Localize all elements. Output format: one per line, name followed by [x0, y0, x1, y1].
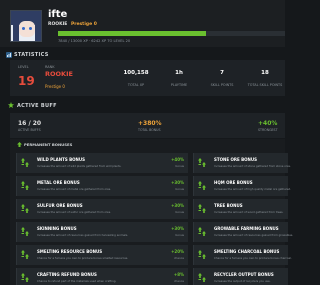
rank-label: RANK	[45, 65, 55, 69]
skill-points-label: SKILL POINTS	[210, 83, 234, 87]
bonus-card[interactable]: TREE BONUS Increases the amount of wood g…	[193, 199, 288, 219]
bonus-card[interactable]: METAL ORE BONUS Increases the amount of m…	[16, 176, 188, 196]
bonus-name: SMELTING RESOURCE BONUS	[37, 249, 103, 254]
chart-icon	[6, 52, 12, 58]
xp-progress-fill	[58, 31, 206, 36]
bonus-arrow-icon	[21, 250, 29, 259]
bonus-arrow-icon	[198, 250, 206, 259]
bonus-value: +40%	[171, 157, 184, 162]
bonus-value: +20%	[171, 249, 184, 254]
rank-text: ROOKIE	[48, 22, 68, 27]
bonus-arrow-icon	[198, 181, 206, 190]
bonus-name: CRAFTING REFUND BONUS	[37, 272, 97, 277]
avatar[interactable]	[10, 10, 42, 42]
playtime-label: PLAYTIME	[170, 83, 188, 87]
bonus-card[interactable]: SMELTING CHARCOAL BONUS Chance for a furn…	[193, 245, 292, 265]
bonus-name: SMELTING CHARCOAL BONUS	[214, 249, 280, 254]
bonus-value: +30%	[171, 180, 184, 185]
bonus-unit: chance	[173, 256, 184, 260]
level-label: LEVEL	[18, 65, 29, 69]
bonus-unit: bonus	[175, 187, 185, 191]
bonus-card[interactable]: HQM ORE BONUS Increases the amount of hig…	[193, 176, 292, 196]
xp-progress-bar	[58, 31, 285, 36]
xp-text: 7840 / 13000 XP · 6242 XP TO LEVEL 20	[58, 39, 131, 43]
username: ifte	[48, 9, 68, 20]
bonus-name: RECYCLER OUTPUT BONUS	[214, 272, 274, 277]
active-buffs-count: 16 / 20	[18, 120, 42, 127]
bonus-unit: bonus	[175, 210, 185, 214]
bonus-arrow-icon	[21, 227, 29, 236]
permanent-bonuses-title: PERMANENT BONUSES	[24, 142, 73, 147]
bonus-card[interactable]: CRAFTING REFUND BONUS Chance to refund pa…	[16, 268, 188, 285]
bonus-unit: bonus	[175, 164, 185, 168]
arrow-up-icon	[17, 142, 22, 147]
star-icon	[8, 102, 14, 108]
bonus-arrow-icon	[21, 181, 29, 190]
total-skill-points-value: 18	[261, 70, 269, 76]
total-xp-label: TOTAL XP	[127, 83, 145, 87]
bonus-card[interactable]: GROWABLE FARMING BONUS Increases the amou…	[193, 222, 293, 242]
statistics-title: STATISTICS	[14, 52, 49, 58]
total-bonus-value: +380%	[138, 120, 162, 127]
prestige-text: Prestige 0	[70, 22, 97, 27]
total-bonus-label: TOTAL BONUS	[138, 128, 161, 132]
bonus-name: METAL ORE BONUS	[37, 180, 80, 185]
bonus-description: Chance for a furnace you own to produce …	[214, 256, 292, 260]
rank-value: ROOKIE	[45, 70, 73, 78]
bonus-name: TREE BONUS	[214, 203, 243, 208]
bonus-description: Increases the amount of sulfur ore gathe…	[37, 210, 111, 214]
profile-header: ifte ROOKIE Prestige 0 7840 / 13000 XP ·…	[0, 0, 285, 47]
bonus-arrow-icon	[198, 158, 206, 167]
bonus-description: Increases the amount of resources gained…	[214, 233, 294, 237]
bonus-card[interactable]: RECYCLER OUTPUT BONUS Increases the outpu…	[193, 268, 288, 285]
total-xp-value: 100,158	[123, 70, 149, 76]
strongest-value: +40%	[258, 120, 278, 127]
bonus-description: Increases the amount of high quality met…	[214, 187, 292, 191]
bonus-name: GROWABLE FARMING BONUS	[214, 226, 279, 231]
level-value: 19	[18, 74, 35, 88]
bonus-value: +8%	[173, 272, 184, 277]
bonus-name: SKINNING BONUS	[37, 226, 77, 231]
prestige-value: Prestige 0	[45, 84, 65, 89]
bonus-value: +30%	[171, 226, 184, 231]
bonus-name: HQM ORE BONUS	[214, 180, 253, 185]
bonus-arrow-icon	[21, 204, 29, 213]
bonus-arrow-icon	[21, 158, 29, 167]
bonus-description: Increases the amount of resources gained…	[37, 233, 129, 237]
bonus-value: +30%	[171, 203, 184, 208]
bonus-description: Chance for a furnace you own to produce …	[37, 256, 129, 260]
total-skill-points-label: TOTAL SKILL POINTS	[247, 83, 283, 87]
active-buff-title: ACTIVE BUFF	[17, 103, 57, 109]
strongest-label: STRONGEST	[258, 128, 278, 132]
bonus-card[interactable]: STONE ORE BONUS Increases the amount of s…	[193, 153, 291, 173]
bonus-description: Chance to refund part of the materials u…	[37, 279, 117, 283]
permanent-bonuses-panel: PERMANENT BONUSES WILD PLANTS BONUS Incre…	[10, 139, 293, 285]
bonus-description: Increases the amount of stone gathered f…	[214, 164, 291, 168]
rank-line: ROOKIE Prestige 0	[48, 22, 97, 27]
active-buff-panel: 16 / 20 ACTIVE BUFFS +380% TOTAL BONUS +…	[10, 113, 285, 138]
bonus-arrow-icon	[198, 204, 206, 213]
bonus-description: Increases the amount of wood gathered fr…	[214, 210, 284, 214]
active-buffs-label: ACTIVE BUFFS	[18, 128, 41, 132]
bonus-arrow-icon	[198, 273, 206, 282]
playtime-value: 1h	[175, 70, 183, 76]
skill-points-value: 7	[220, 70, 224, 76]
bonus-unit: chance	[173, 279, 184, 283]
bonus-card[interactable]: SKINNING BONUS Increases the amount of re…	[16, 222, 188, 242]
bonus-description: Increases the output of recyclers you us…	[214, 279, 271, 283]
bonus-name: STONE ORE BONUS	[214, 157, 258, 162]
bonus-name: SULFUR ORE BONUS	[37, 203, 83, 208]
bonus-unit: bonus	[175, 233, 185, 237]
bonus-description: Increases the amount of metal ore gather…	[37, 187, 112, 191]
statistics-panel: LEVEL 19 RANK ROOKIE Prestige 0 100,158 …	[10, 60, 285, 96]
bonus-description: Increases the amount of wild plants gath…	[37, 164, 122, 168]
bonus-card[interactable]: WILD PLANTS BONUS Increases the amount of…	[16, 153, 188, 173]
bonus-name: WILD PLANTS BONUS	[37, 157, 86, 162]
bonus-arrow-icon	[21, 273, 29, 282]
bonus-card[interactable]: SULFUR ORE BONUS Increases the amount of …	[16, 199, 188, 219]
bonus-arrow-icon	[198, 227, 206, 236]
bonus-card[interactable]: SMELTING RESOURCE BONUS Chance for a furn…	[16, 245, 188, 265]
